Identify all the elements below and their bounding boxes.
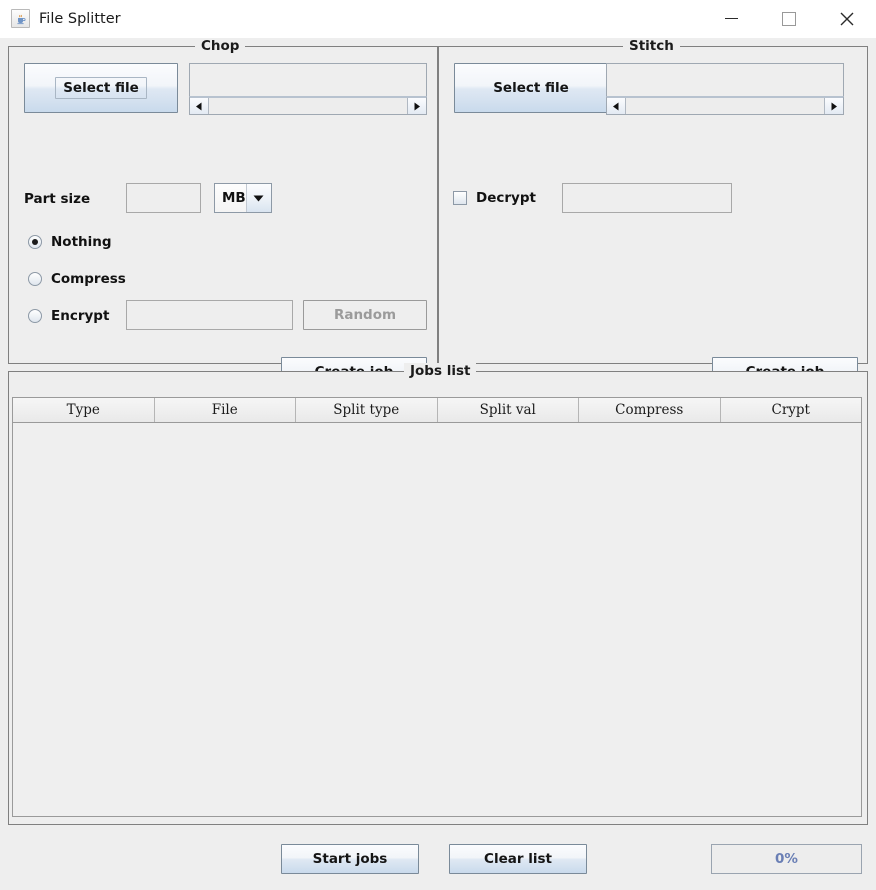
clear-list-label: Clear list bbox=[484, 851, 552, 867]
column-header-split-type[interactable]: Split type bbox=[296, 398, 438, 422]
column-header-compress[interactable]: Compress bbox=[579, 398, 721, 422]
column-header-crypt[interactable]: Crypt bbox=[720, 398, 861, 422]
decrypt-key-input[interactable] bbox=[562, 183, 732, 213]
chop-panel-title: Chop bbox=[195, 38, 246, 54]
window-titlebar: File Splitter bbox=[0, 0, 876, 38]
chevron-down-icon[interactable] bbox=[246, 184, 271, 212]
part-size-unit-value: MB bbox=[215, 184, 247, 212]
column-header-split-val[interactable]: Split val bbox=[437, 398, 579, 422]
window-content: Chop Select file Part size MB Nothing Co… bbox=[0, 38, 876, 874]
jobs-table-body[interactable] bbox=[13, 423, 861, 816]
stitch-path-hscrollbar[interactable] bbox=[606, 96, 844, 115]
scroll-right-icon[interactable] bbox=[407, 98, 426, 114]
chop-option-encrypt[interactable]: Encrypt bbox=[28, 308, 109, 324]
java-coffee-cup-icon bbox=[11, 9, 30, 28]
random-key-label: Random bbox=[333, 307, 397, 323]
chop-option-compress[interactable]: Compress bbox=[28, 271, 126, 287]
progress-bar: 0% bbox=[711, 844, 862, 874]
decrypt-checkbox-icon[interactable] bbox=[453, 191, 467, 205]
chop-panel: Chop Select file Part size MB Nothing Co… bbox=[8, 38, 438, 387]
start-jobs-label: Start jobs bbox=[312, 851, 388, 867]
maximize-icon[interactable] bbox=[760, 0, 818, 37]
chop-option-encrypt-label: Encrypt bbox=[51, 308, 110, 324]
encrypt-key-input[interactable] bbox=[126, 300, 293, 330]
stitch-select-file-label: Select file bbox=[493, 80, 569, 96]
part-size-unit-select[interactable]: MB bbox=[214, 183, 272, 213]
chop-select-file-button[interactable]: Select file bbox=[24, 63, 178, 113]
clear-list-button[interactable]: Clear list bbox=[449, 844, 587, 874]
jobs-table-header: Type File Split type Split val Compress … bbox=[13, 398, 861, 423]
decrypt-checkbox-row[interactable]: Decrypt bbox=[453, 190, 536, 206]
scroll-right-icon[interactable] bbox=[824, 98, 843, 114]
window-controls bbox=[702, 0, 876, 37]
chop-option-nothing-label: Nothing bbox=[51, 234, 112, 250]
stitch-path-input[interactable] bbox=[606, 63, 844, 96]
scroll-left-icon[interactable] bbox=[190, 98, 209, 114]
bottom-action-bar: Start jobs Clear list 0% bbox=[0, 828, 876, 890]
chop-path-area[interactable] bbox=[189, 63, 427, 115]
part-size-input[interactable] bbox=[126, 183, 201, 213]
column-header-file[interactable]: File bbox=[154, 398, 296, 422]
chop-path-scroll-track[interactable] bbox=[209, 98, 407, 114]
stitch-path-scroll-track[interactable] bbox=[626, 98, 824, 114]
stitch-select-file-button[interactable]: Select file bbox=[454, 63, 608, 113]
chop-select-file-label: Select file bbox=[55, 77, 147, 99]
stitch-path-area[interactable] bbox=[606, 63, 844, 115]
chop-path-input[interactable] bbox=[189, 63, 427, 96]
column-header-type[interactable]: Type bbox=[13, 398, 155, 422]
progress-bar-text: 0% bbox=[775, 851, 798, 867]
chop-option-nothing[interactable]: Nothing bbox=[28, 234, 112, 250]
close-icon[interactable] bbox=[818, 0, 876, 37]
decrypt-label: Decrypt bbox=[476, 190, 536, 206]
radio-encrypt-icon[interactable] bbox=[28, 309, 42, 323]
jobs-list-title: Jobs list bbox=[404, 363, 477, 379]
start-jobs-button[interactable]: Start jobs bbox=[281, 844, 419, 874]
minimize-icon[interactable] bbox=[702, 0, 760, 37]
window-title: File Splitter bbox=[39, 10, 121, 27]
radio-nothing-icon[interactable] bbox=[28, 235, 42, 249]
stitch-panel: Stitch Select file Decrypt Create job bbox=[438, 38, 868, 387]
random-key-button[interactable]: Random bbox=[303, 300, 427, 330]
scroll-left-icon[interactable] bbox=[607, 98, 626, 114]
radio-compress-icon[interactable] bbox=[28, 272, 42, 286]
jobs-table: Type File Split type Split val Compress … bbox=[12, 397, 862, 817]
jobs-list-panel: Jobs list Type File Split type Split val… bbox=[8, 363, 868, 825]
chop-path-hscrollbar[interactable] bbox=[189, 96, 427, 115]
stitch-panel-title: Stitch bbox=[623, 38, 680, 54]
part-size-label: Part size bbox=[24, 191, 91, 207]
chop-option-compress-label: Compress bbox=[51, 271, 126, 287]
